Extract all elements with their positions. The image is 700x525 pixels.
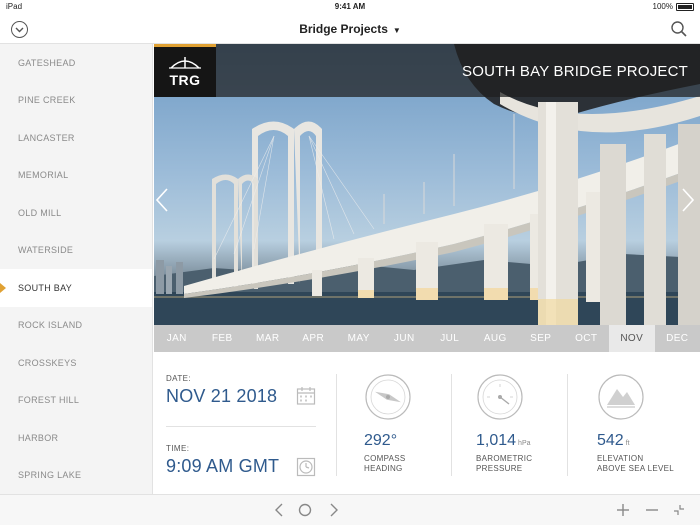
battery-icon	[676, 2, 694, 11]
pressure-label: BAROMETRIC PRESSURE	[476, 454, 533, 473]
month-dec[interactable]: DEC	[655, 325, 700, 352]
next-image-button[interactable]	[682, 188, 695, 217]
sidebar-item-memorial[interactable]: MEMORIAL	[0, 157, 152, 195]
status-bar: iPad 9:41 AM 100%	[0, 0, 700, 14]
forward-icon[interactable]	[329, 502, 339, 518]
mountain-icon	[598, 374, 644, 420]
time-value: 9:09 AM GMT	[166, 456, 280, 476]
month-selector: JAN FEB MAR APR MAY JUN JUL AUG SEP OCT …	[154, 325, 700, 352]
nav-bar: Bridge Projects ▼	[0, 14, 700, 44]
month-oct[interactable]: OCT	[564, 325, 610, 352]
project-selector[interactable]: Bridge Projects ▼	[0, 22, 700, 36]
clock: 9:41 AM	[334, 2, 366, 11]
bridge-logo-icon	[169, 57, 201, 69]
elevation-label: ELEVATION ABOVE SEA LEVEL	[597, 454, 674, 473]
sidebar-item-old-mill[interactable]: OLD MILL	[0, 194, 152, 232]
logo: TRG	[154, 44, 216, 97]
panel-divider	[451, 374, 452, 476]
month-aug[interactable]: AUG	[473, 325, 519, 352]
plus-icon[interactable]	[616, 502, 630, 518]
logo-text: TRG	[169, 72, 201, 88]
sidebar-item-waterside[interactable]: WATERSIDE	[0, 232, 152, 270]
panel-divider	[336, 374, 337, 476]
battery-percent: 100%	[652, 2, 673, 11]
previous-image-button[interactable]	[155, 188, 168, 217]
compass-icon	[365, 374, 411, 420]
sidebar-item-forest-hill[interactable]: FOREST HILL	[0, 382, 152, 420]
month-feb[interactable]: FEB	[200, 325, 246, 352]
search-icon[interactable]	[670, 20, 688, 38]
sidebar-item-pine-creek[interactable]: PINE CREEK	[0, 82, 152, 120]
sidebar-item-crosskeys[interactable]: CROSSKEYS	[0, 344, 152, 382]
chevron-right-icon	[682, 188, 695, 212]
collapse-icon[interactable]	[672, 502, 686, 518]
info-panel: DATE: NOV 21 2018 TIME: 9:09 AM GMT 292°…	[154, 352, 700, 494]
month-mar[interactable]: MAR	[245, 325, 291, 352]
sidebar-item-rock-island[interactable]: ROCK ISLAND	[0, 307, 152, 345]
back-icon[interactable]	[274, 502, 284, 518]
pressure-unit: hPa	[518, 440, 531, 447]
month-apr[interactable]: APR	[291, 325, 337, 352]
compass-value: 292°	[364, 432, 398, 449]
caret-down-icon: ▼	[392, 26, 401, 35]
battery-status: 100%	[653, 2, 694, 11]
chevron-left-icon	[155, 188, 168, 212]
calendar-icon[interactable]	[296, 386, 316, 406]
field-divider	[166, 426, 316, 427]
sidebar-item-spring-lake[interactable]: SPRING LAKE	[0, 457, 152, 495]
sidebar-item-lancaster[interactable]: LANCASTER	[0, 119, 152, 157]
month-jun[interactable]: JUN	[382, 325, 428, 352]
month-sep[interactable]: SEP	[518, 325, 564, 352]
elevation-value: 542 ft	[597, 432, 630, 449]
project-sidebar: GATESHEAD PINE CREEK LANCASTER MEMORIAL …	[0, 44, 153, 494]
compass-label: COMPASS HEADING	[364, 454, 406, 473]
minus-icon[interactable]	[645, 502, 659, 518]
bottom-toolbar	[0, 494, 700, 525]
date-value: NOV 21 2018	[166, 386, 278, 406]
hero-header: TRG SOUTH BAY BRIDGE PROJECT	[154, 44, 700, 97]
home-icon[interactable]	[297, 502, 313, 518]
barometer-icon	[477, 374, 523, 420]
date-label: DATE:	[166, 374, 191, 383]
month-jan[interactable]: JAN	[154, 325, 200, 352]
time-label: TIME:	[166, 444, 190, 453]
sidebar-item-gateshead[interactable]: GATESHEAD	[0, 44, 152, 82]
clock-icon[interactable]	[296, 457, 316, 477]
hero-image: TRG SOUTH BAY BRIDGE PROJECT	[154, 44, 700, 325]
sidebar-item-harbor[interactable]: HARBOR	[0, 419, 152, 457]
page-title: Bridge Projects	[299, 22, 388, 36]
pressure-value: 1,014 hPa	[476, 432, 531, 449]
month-may[interactable]: MAY	[336, 325, 382, 352]
elevation-unit: ft	[625, 440, 630, 447]
panel-divider	[567, 374, 568, 476]
month-nov[interactable]: NOV	[609, 325, 655, 352]
hero-title: SOUTH BAY BRIDGE PROJECT	[462, 63, 688, 80]
month-jul[interactable]: JUL	[427, 325, 473, 352]
sidebar-item-south-bay[interactable]: SOUTH BAY	[0, 269, 152, 307]
